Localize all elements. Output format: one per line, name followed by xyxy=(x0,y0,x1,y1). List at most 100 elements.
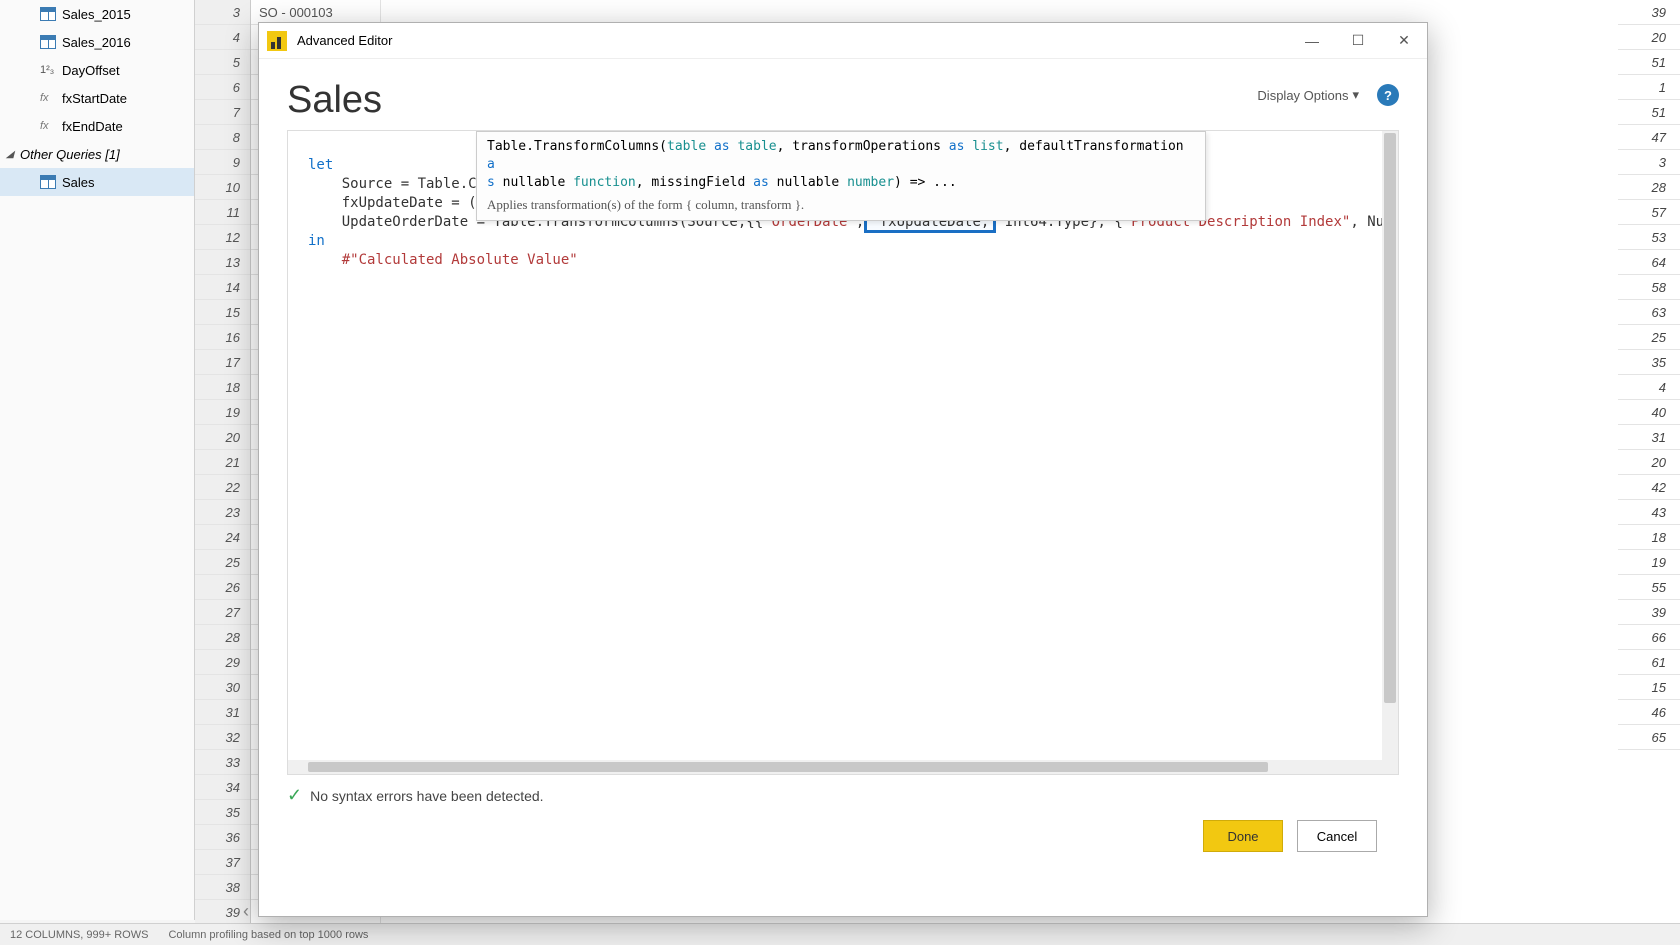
row-number[interactable]: 29 xyxy=(195,650,250,675)
row-number[interactable]: 33 xyxy=(195,750,250,775)
row-number[interactable]: 28 xyxy=(195,625,250,650)
value-cell[interactable]: 40 xyxy=(1618,400,1680,425)
value-cell[interactable]: 15 xyxy=(1618,675,1680,700)
query-item-dayoffset[interactable]: 1²₃ DayOffset xyxy=(0,56,194,84)
value-cell[interactable]: 65 xyxy=(1618,725,1680,750)
query-item-sales2015[interactable]: Sales_2015 xyxy=(0,0,194,28)
queries-pane: Sales_2015 Sales_2016 1²₃ DayOffset fx f… xyxy=(0,0,195,920)
close-button[interactable]: ✕ xyxy=(1381,23,1427,59)
value-cell[interactable]: 4 xyxy=(1618,375,1680,400)
row-number[interactable]: 3 xyxy=(195,0,250,25)
query-label: Sales xyxy=(62,175,95,190)
value-cell[interactable]: 63 xyxy=(1618,300,1680,325)
right-value-column: 3920511514732857536458632535440312042431… xyxy=(1618,0,1680,750)
value-cell[interactable]: 3 xyxy=(1618,150,1680,175)
row-number[interactable]: 7 xyxy=(195,100,250,125)
minimize-button[interactable]: ― xyxy=(1289,23,1335,59)
help-icon[interactable]: ? xyxy=(1377,84,1399,106)
row-number[interactable]: 39 xyxy=(195,900,250,923)
table-icon xyxy=(40,35,56,49)
code-source-line: Source = Table.Com xyxy=(308,176,493,192)
table-icon xyxy=(40,175,56,189)
row-number[interactable]: 26 xyxy=(195,575,250,600)
status-columns: 12 COLUMNS, 999+ ROWS xyxy=(10,929,148,941)
row-number[interactable]: 16 xyxy=(195,325,250,350)
collapse-icon[interactable]: ◢ xyxy=(6,149,14,160)
row-number[interactable]: 14 xyxy=(195,275,250,300)
row-number[interactable]: 35 xyxy=(195,800,250,825)
value-cell[interactable]: 18 xyxy=(1618,525,1680,550)
row-number[interactable]: 21 xyxy=(195,450,250,475)
row-number[interactable]: 30 xyxy=(195,675,250,700)
code-editor[interactable]: let Source = Table.Com fxUpdateDate = (c… xyxy=(287,130,1399,775)
value-cell[interactable]: 53 xyxy=(1618,225,1680,250)
row-number[interactable]: 22 xyxy=(195,475,250,500)
row-number[interactable]: 5 xyxy=(195,50,250,75)
value-cell[interactable]: 58 xyxy=(1618,275,1680,300)
row-number[interactable]: 20 xyxy=(195,425,250,450)
value-cell[interactable]: 55 xyxy=(1618,575,1680,600)
query-item-sales[interactable]: Sales xyxy=(0,168,194,196)
query-group-other[interactable]: ◢ Other Queries [1] xyxy=(0,140,194,168)
dialog-titlebar[interactable]: Advanced Editor ― ☐ ✕ xyxy=(259,23,1427,59)
value-cell[interactable]: 61 xyxy=(1618,650,1680,675)
value-cell[interactable]: 42 xyxy=(1618,475,1680,500)
query-item-sales2016[interactable]: Sales_2016 xyxy=(0,28,194,56)
row-number[interactable]: 19 xyxy=(195,400,250,425)
value-cell[interactable]: 47 xyxy=(1618,125,1680,150)
value-cell[interactable]: 51 xyxy=(1618,50,1680,75)
done-button[interactable]: Done xyxy=(1203,820,1283,852)
intellisense-tooltip: Table.TransformColumns(table as table, t… xyxy=(476,131,1206,221)
value-cell[interactable]: 31 xyxy=(1618,425,1680,450)
powerbi-logo-icon xyxy=(267,31,287,51)
row-number[interactable]: 34 xyxy=(195,775,250,800)
row-number[interactable]: 11 xyxy=(195,200,250,225)
value-cell[interactable]: 20 xyxy=(1618,25,1680,50)
row-number[interactable]: 6 xyxy=(195,75,250,100)
value-cell[interactable]: 46 xyxy=(1618,700,1680,725)
query-item-fxenddate[interactable]: fx fxEndDate xyxy=(0,112,194,140)
value-cell[interactable]: 25 xyxy=(1618,325,1680,350)
cancel-button[interactable]: Cancel xyxy=(1297,820,1377,852)
row-number[interactable]: 27 xyxy=(195,600,250,625)
vertical-scrollbar[interactable] xyxy=(1382,131,1398,774)
value-cell[interactable]: 43 xyxy=(1618,500,1680,525)
advanced-editor-dialog: Advanced Editor ― ☐ ✕ Sales Display Opti… xyxy=(258,22,1428,917)
query-label: fxStartDate xyxy=(62,91,127,106)
value-cell[interactable]: 28 xyxy=(1618,175,1680,200)
row-number[interactable]: 9 xyxy=(195,150,250,175)
row-number[interactable]: 36 xyxy=(195,825,250,850)
value-cell[interactable]: 66 xyxy=(1618,625,1680,650)
maximize-button[interactable]: ☐ xyxy=(1335,23,1381,59)
row-number[interactable]: 25 xyxy=(195,550,250,575)
value-cell[interactable]: 64 xyxy=(1618,250,1680,275)
row-number[interactable]: 13 xyxy=(195,250,250,275)
display-options-label: Display Options xyxy=(1257,88,1348,103)
display-options-dropdown[interactable]: Display Options ▾ xyxy=(1257,87,1359,103)
row-number[interactable]: 18 xyxy=(195,375,250,400)
row-number[interactable]: 32 xyxy=(195,725,250,750)
table-icon xyxy=(40,7,56,21)
row-number[interactable]: 10 xyxy=(195,175,250,200)
value-cell[interactable]: 57 xyxy=(1618,200,1680,225)
row-number[interactable]: 8 xyxy=(195,125,250,150)
row-number[interactable]: 37 xyxy=(195,850,250,875)
row-number[interactable]: 38 xyxy=(195,875,250,900)
value-cell[interactable]: 1 xyxy=(1618,75,1680,100)
value-cell[interactable]: 51 xyxy=(1618,100,1680,125)
row-number[interactable]: 17 xyxy=(195,350,250,375)
row-number[interactable]: 24 xyxy=(195,525,250,550)
query-item-fxstartdate[interactable]: fx fxStartDate xyxy=(0,84,194,112)
value-cell[interactable]: 39 xyxy=(1618,0,1680,25)
row-number[interactable]: 12 xyxy=(195,225,250,250)
row-number[interactable]: 31 xyxy=(195,700,250,725)
row-number[interactable]: 15 xyxy=(195,300,250,325)
value-cell[interactable]: 39 xyxy=(1618,600,1680,625)
horizontal-scrollbar[interactable] xyxy=(288,760,1382,774)
row-number[interactable]: 4 xyxy=(195,25,250,50)
check-icon: ✓ xyxy=(287,785,302,806)
row-number[interactable]: 23 xyxy=(195,500,250,525)
value-cell[interactable]: 35 xyxy=(1618,350,1680,375)
value-cell[interactable]: 19 xyxy=(1618,550,1680,575)
value-cell[interactable]: 20 xyxy=(1618,450,1680,475)
